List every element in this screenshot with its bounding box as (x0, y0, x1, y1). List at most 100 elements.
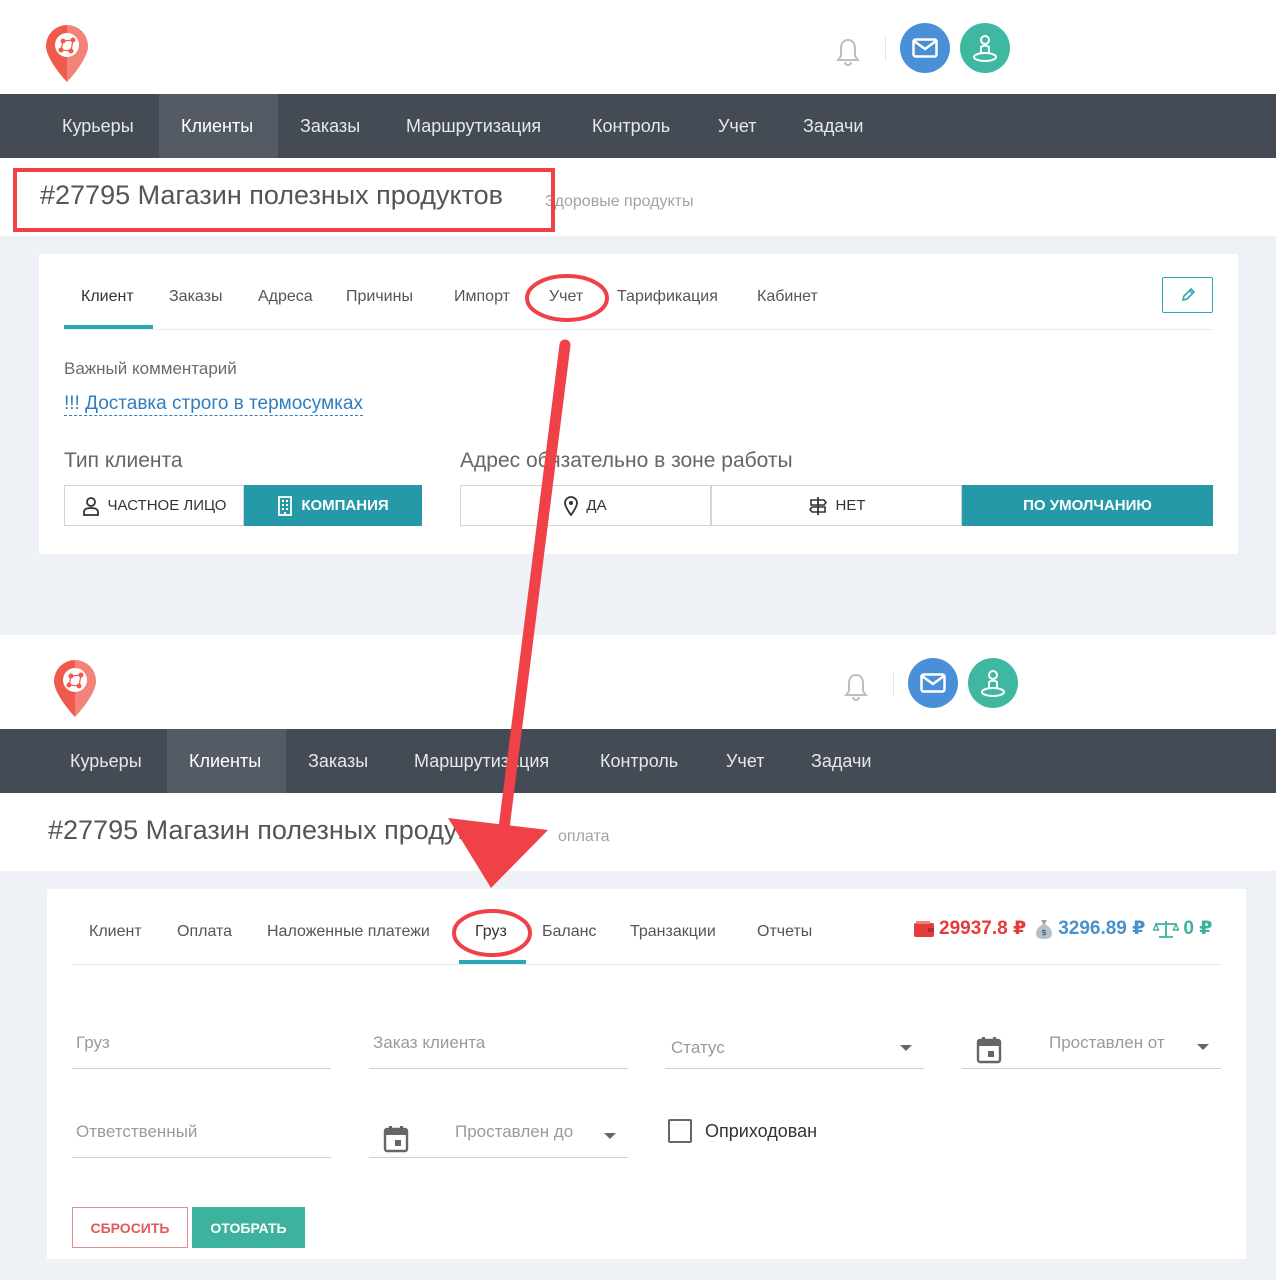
zone-default-label: ПО УМОЛЧАНИЮ (1023, 497, 1152, 514)
nav-item-tasks[interactable]: Задачи (789, 729, 893, 793)
zone-no-button[interactable]: НЕТ (711, 485, 962, 526)
header (0, 635, 1276, 729)
tab-payment[interactable]: Оплата (177, 923, 232, 941)
tab-client[interactable]: Клиент (89, 923, 142, 941)
tab-transactions[interactable]: Транзакции (630, 923, 716, 941)
cargo-placeholder: Груз (76, 1033, 110, 1052)
edit-button[interactable] (1162, 277, 1213, 313)
accounting-card: Клиент Оплата Наложенные платежи Груз Ба… (47, 889, 1246, 1259)
tab-reports[interactable]: Отчеты (757, 923, 812, 941)
comment-label: Важный комментарий (64, 359, 237, 378)
balance-debt-value: 29937.8 ₽ (939, 918, 1027, 939)
cargo-input[interactable]: Груз (72, 1027, 331, 1069)
page-subtitle: Здоровые продукты (545, 193, 694, 210)
status-select[interactable]: Статус (665, 1027, 924, 1069)
person-icon (82, 496, 99, 516)
tab-client[interactable]: Клиент (81, 288, 134, 306)
client-order-placeholder: Заказ клиента (373, 1033, 486, 1052)
main-nav: Курьеры Клиенты Заказы Маршрутизация Кон… (0, 94, 1276, 158)
bell-icon[interactable] (835, 37, 861, 67)
panel-accounting-cargo: Курьеры Клиенты Заказы Маршрутизация Кон… (0, 635, 1276, 1280)
status-placeholder: Статус (671, 1038, 725, 1057)
messages-button[interactable] (908, 658, 958, 708)
tab-accounting[interactable]: Учет (549, 288, 583, 306)
wallet-icon (914, 920, 934, 937)
tab-cod-payments[interactable]: Наложенные платежи (267, 923, 430, 941)
nav-item-orders[interactable]: Заказы (278, 94, 382, 158)
profile-button[interactable] (968, 658, 1018, 708)
zone-yes-label: ДА (586, 497, 607, 514)
main-nav: Курьеры Клиенты Заказы Маршрутизация Кон… (0, 729, 1276, 793)
placed-to-select[interactable]: Проставлен до (369, 1116, 628, 1158)
client-type-label: Тип клиента (64, 449, 183, 472)
map-pin-network-icon[interactable] (52, 659, 98, 719)
responsible-placeholder: Ответственный (76, 1122, 198, 1141)
client-type-individual-label: ЧАСТНОЕ ЛИЦО (107, 497, 227, 514)
page-title: #27795 Магазин полезных продуктов (48, 815, 512, 845)
apply-button[interactable]: ОТОБРАТЬ (192, 1207, 305, 1248)
posted-checkbox[interactable] (668, 1119, 692, 1143)
tabs-divider (72, 964, 1221, 965)
nav-item-tasks[interactable]: Задачи (781, 94, 885, 158)
zone-yes-button[interactable]: ДА (460, 485, 711, 526)
client-order-input[interactable]: Заказ клиента (369, 1027, 628, 1069)
nav-item-couriers[interactable]: Курьеры (48, 729, 164, 793)
nav-item-accounting[interactable]: Учет (696, 94, 778, 158)
nav-item-control[interactable]: Контроль (578, 729, 700, 793)
client-type-individual-button[interactable]: ЧАСТНОЕ ЛИЦО (64, 485, 244, 526)
tab-tariffs[interactable]: Тарификация (617, 288, 718, 306)
map-pin-network-icon[interactable] (44, 24, 90, 84)
zone-label: Адрес обязательно в зоне работы (460, 449, 793, 472)
chevron-down-icon (900, 1045, 912, 1051)
page-title: #27795 Магазин полезных продуктов (40, 180, 504, 210)
tabs-divider (64, 329, 1213, 330)
nav-item-accounting[interactable]: Учет (704, 729, 786, 793)
nav-item-orders[interactable]: Заказы (286, 729, 390, 793)
nav-item-clients[interactable]: Клиенты (159, 94, 278, 158)
posted-label: Оприходован (705, 1121, 818, 1141)
nav-item-routing[interactable]: Маршрутизация (392, 729, 571, 793)
pencil-icon (1181, 287, 1195, 302)
client-card: Клиент Заказы Адреса Причины Импорт Учет… (39, 254, 1238, 554)
zone-no-label: НЕТ (835, 497, 866, 514)
tab-import[interactable]: Импорт (454, 288, 510, 306)
balance-funds-value: 3296.89 ₽ (1058, 918, 1146, 939)
client-type-company-button[interactable]: КОМПАНИЯ (244, 485, 422, 526)
messages-button[interactable] (900, 23, 950, 73)
envelope-icon (912, 38, 938, 58)
nav-item-clients[interactable]: Клиенты (167, 729, 286, 793)
page-header: #27795 Магазин полезных продуктов оплата (0, 793, 1276, 871)
profile-button[interactable] (960, 23, 1010, 73)
building-icon (278, 495, 293, 516)
placed-from-placeholder: Проставлен от (1049, 1033, 1165, 1052)
tab-orders[interactable]: Заказы (169, 288, 222, 306)
placed-from-select[interactable]: Проставлен от (962, 1027, 1221, 1069)
responsible-input[interactable]: Ответственный (72, 1116, 331, 1158)
comment-value-link[interactable]: !!! Доставка строго в термосумках (64, 393, 363, 416)
tab-cabinet[interactable]: Кабинет (757, 288, 818, 306)
client-type-company-label: КОМПАНИЯ (301, 497, 389, 514)
money-bag-icon: $ (1036, 919, 1053, 939)
user-location-icon (973, 35, 997, 62)
nav-item-control[interactable]: Контроль (570, 94, 692, 158)
chevron-down-icon (604, 1133, 616, 1139)
nav-item-routing[interactable]: Маршрутизация (384, 94, 563, 158)
header-separator (893, 672, 894, 696)
header (0, 0, 1276, 94)
scales-icon (1153, 920, 1180, 938)
nav-item-couriers[interactable]: Курьеры (40, 94, 156, 158)
tab-addresses[interactable]: Адреса (258, 288, 313, 306)
page-header: #27795 Магазин полезных продуктов Здоров… (0, 158, 1276, 236)
page-subtitle: оплата (558, 828, 610, 845)
balance-summary: 29937.8 ₽ $ 3296.89 ₽ 0 ₽ (913, 917, 1212, 940)
tab-balance[interactable]: Баланс (542, 923, 596, 941)
placed-to-placeholder: Проставлен до (455, 1122, 574, 1141)
map-pin-icon (564, 495, 579, 516)
tab-cargo[interactable]: Груз (475, 923, 507, 941)
tab-reasons[interactable]: Причины (346, 288, 413, 306)
bell-icon[interactable] (843, 672, 869, 702)
svg-text:$: $ (1041, 928, 1047, 937)
chevron-down-icon (1197, 1044, 1209, 1050)
zone-default-button[interactable]: ПО УМОЛЧАНИЮ (962, 485, 1213, 526)
reset-button[interactable]: СБРОСИТЬ (72, 1207, 188, 1248)
